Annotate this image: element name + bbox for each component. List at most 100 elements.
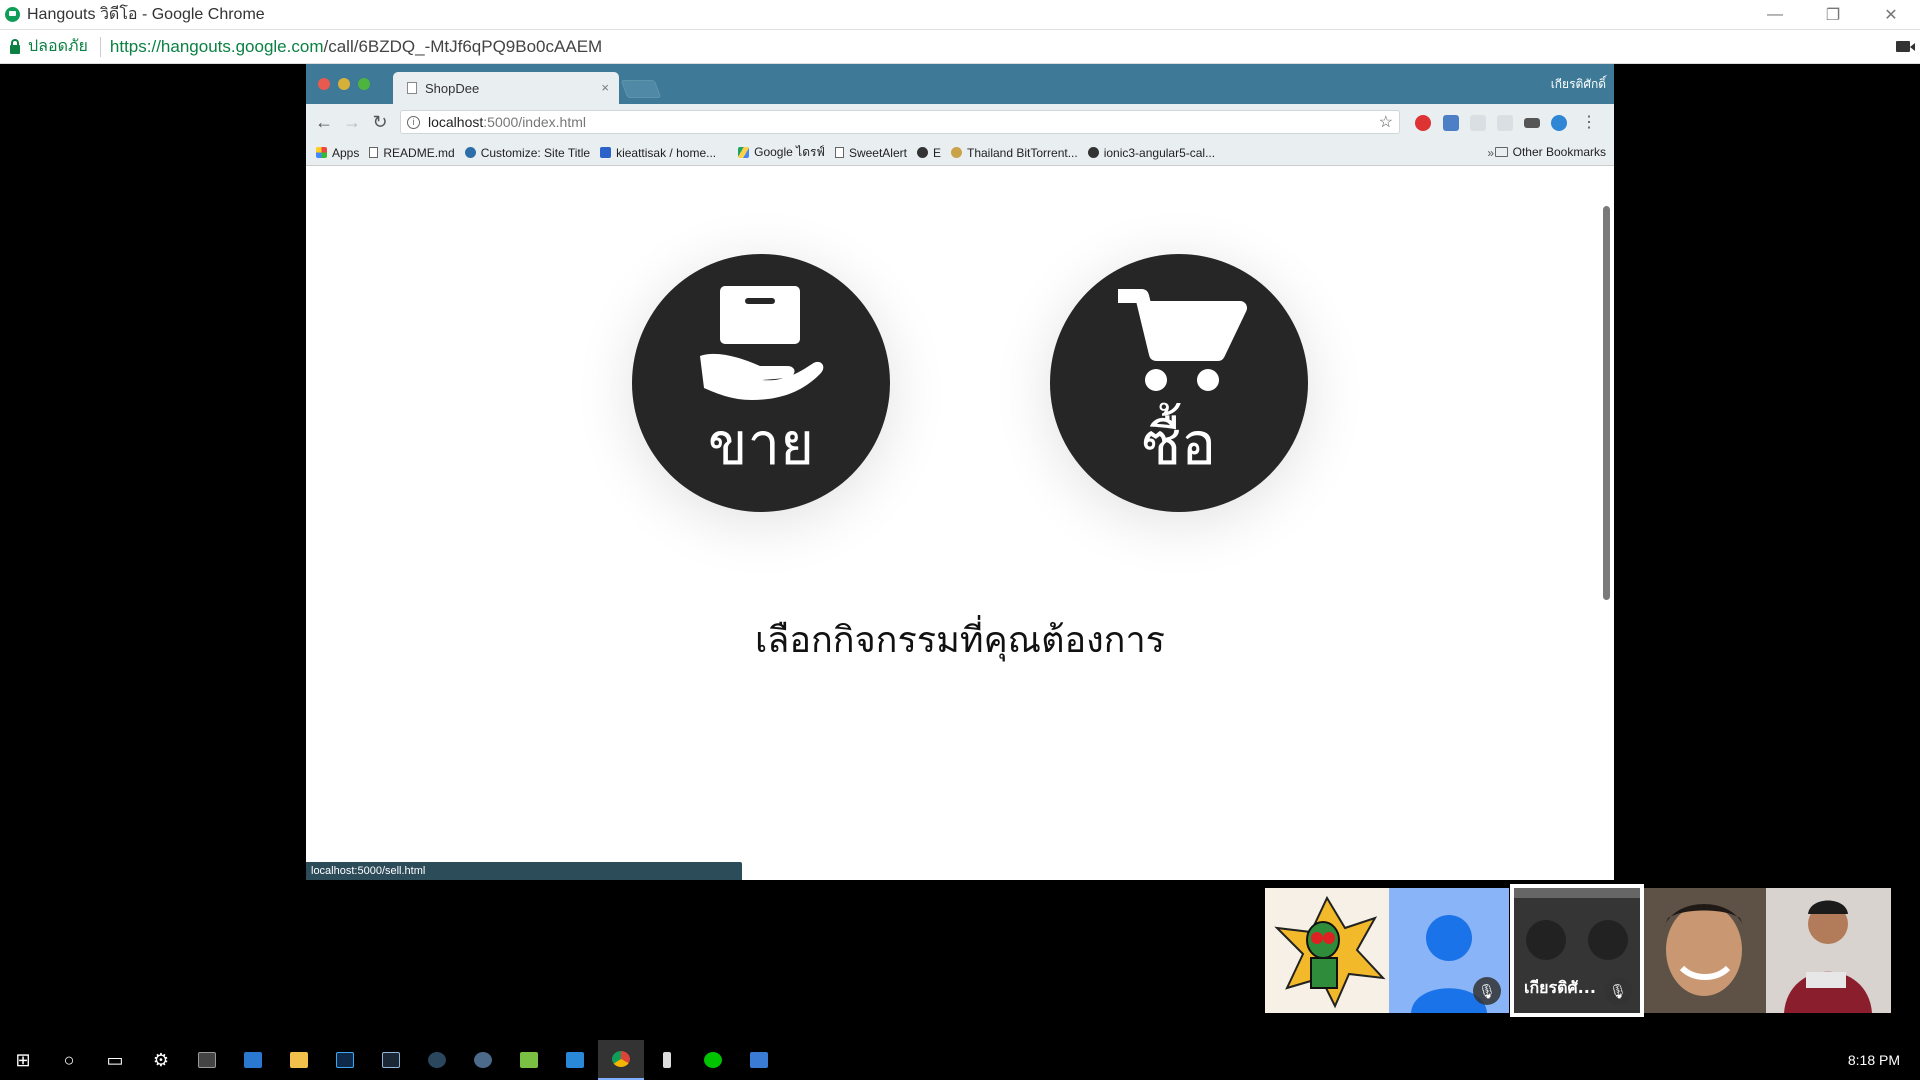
- participant-avatar-image: [1274, 895, 1386, 1009]
- participant-name: เกียรติศั...: [1524, 978, 1596, 997]
- omnibox-url: localhost:5000/index.html: [428, 114, 586, 130]
- other-bookmarks: Other Bookmarks: [1494, 145, 1606, 159]
- task-view-icon[interactable]: ▭: [92, 1040, 138, 1080]
- url-text[interactable]: https://hangouts.google.com/call/6BZDQ_-…: [110, 37, 602, 57]
- participant-tile-2[interactable]: 🎙: [1389, 888, 1509, 1013]
- cortana-icon[interactable]: ○: [46, 1040, 92, 1080]
- participant-camera-feed: [1664, 904, 1744, 996]
- steam-alt-icon[interactable]: [460, 1040, 506, 1080]
- doc-icon: [834, 147, 844, 158]
- extension-compass-icon: [1551, 115, 1567, 131]
- photoshop-icon[interactable]: [322, 1040, 368, 1080]
- other-bookmarks-label: Other Bookmarks: [1512, 145, 1606, 159]
- bookmark-kieattisak: kieattisak / home...: [600, 146, 716, 160]
- mac-minimize-icon: [338, 78, 350, 90]
- participant-tile-3-presenting[interactable]: เกียรติศั... 🎙: [1510, 884, 1644, 1017]
- line-icon[interactable]: [690, 1040, 736, 1080]
- bookmark-google-drive: Google ไดรฟ์: [738, 143, 825, 162]
- mac-zoom-icon: [358, 78, 370, 90]
- bookmark-label: E: [932, 145, 941, 160]
- buy-button: ซื้อ: [1050, 254, 1308, 512]
- extension-translate-icon: [1497, 115, 1513, 131]
- bookmark-label: Apps: [332, 145, 360, 160]
- sell-button: ขาย: [632, 254, 890, 512]
- bookmark-label: Customize: Site Title: [480, 145, 591, 160]
- shared-screen: ShopDee × เกียรติศักดิ์ ← → ↻ i localhos…: [306, 64, 1614, 880]
- status-url: localhost:5000/sell.html: [306, 862, 742, 880]
- bookmark-customize: Customize: Site Title: [464, 145, 591, 160]
- bookmark-label: kieattisak / home...: [616, 145, 717, 160]
- vscode-icon[interactable]: [552, 1040, 598, 1080]
- taskbar-clock: 8:18 PM: [1847, 1052, 1900, 1068]
- extension-opera-icon: [1415, 115, 1431, 131]
- steam-icon[interactable]: [414, 1040, 460, 1080]
- mic-off-icon: 🎙: [1604, 977, 1632, 1005]
- buy-label: ซื้อ: [1141, 410, 1217, 478]
- mac-close-icon: [318, 78, 330, 90]
- secure-label: ปลอดภัย: [28, 38, 88, 55]
- notepad-icon[interactable]: [506, 1040, 552, 1080]
- bookmark-readme: README.md: [369, 145, 455, 160]
- mac-toolbar: ← → ↻ i localhost:5000/index.html ☆ ⋮: [306, 104, 1614, 140]
- bookmark-apps: Apps: [316, 146, 359, 160]
- restore-button[interactable]: ❐: [1804, 0, 1862, 29]
- omnibox-host: localhost: [428, 114, 484, 130]
- back-icon: ←: [315, 111, 333, 132]
- minimize-button[interactable]: —: [1746, 0, 1804, 29]
- extension-mail-icon: [1470, 115, 1486, 131]
- mic-off-icon: 🎙: [1473, 977, 1501, 1005]
- settings-icon[interactable]: ⚙: [138, 1040, 184, 1080]
- chrome-icon[interactable]: [598, 1040, 644, 1080]
- bookmark-label: ionic3-angular5-cal...: [1103, 145, 1216, 160]
- doc-icon: [369, 147, 379, 158]
- bookmark-label: README.md: [383, 145, 455, 160]
- info-icon: i: [407, 115, 420, 129]
- camera-icon[interactable]: [1896, 41, 1915, 52]
- reload-icon: ↻: [372, 111, 388, 132]
- address-bar[interactable]: ปลอดภัย https://hangouts.google.com/call…: [0, 29, 1920, 64]
- windows-start-icon[interactable]: ⊞: [0, 1040, 46, 1080]
- forward-icon: →: [343, 111, 361, 132]
- bookmark-e: E: [916, 145, 941, 160]
- file-explorer-icon[interactable]: [276, 1040, 322, 1080]
- shopdee-page: ขาย ซื้อ เลือกกิจกรรมที่คุณต้องการ local…: [306, 166, 1614, 880]
- omnibox-path: :5000/index.html: [483, 114, 586, 130]
- bookmarks-bar: Apps README.md Customize: Site Title kie…: [306, 140, 1614, 166]
- drive-icon: [738, 147, 750, 158]
- apps-grid-icon: [316, 147, 327, 158]
- tab-close-icon: ×: [601, 80, 609, 95]
- terminal-icon[interactable]: [184, 1040, 230, 1080]
- github-icon: [916, 147, 928, 158]
- mail-icon[interactable]: [230, 1040, 276, 1080]
- participant-tile-5[interactable]: [1766, 888, 1891, 1013]
- participant-tile-4[interactable]: [1644, 888, 1766, 1013]
- bookmark-label: SweetAlert: [848, 145, 907, 160]
- app-window-icon[interactable]: [736, 1040, 782, 1080]
- bookmark-label: Google ไดรฟ์: [754, 145, 825, 159]
- close-window-button[interactable]: ✕: [1862, 0, 1920, 29]
- bookmark-thailand-bittorrent: Thailand BitTorrent...: [950, 145, 1078, 160]
- sell-label: ขาย: [707, 410, 815, 478]
- page-scrollbar: [1603, 206, 1610, 600]
- hangouts-icon: [5, 7, 20, 22]
- tab-shopdee: ShopDee ×: [393, 72, 619, 104]
- lightroom-icon[interactable]: [368, 1040, 414, 1080]
- lock-icon: [10, 38, 20, 54]
- mic-app-icon[interactable]: [644, 1040, 690, 1080]
- taskbar: ⊞ ○ ▭ ⚙ 8:18 PM: [0, 1040, 1920, 1080]
- tab-label: ShopDee: [425, 80, 480, 96]
- page-icon: [407, 82, 417, 94]
- new-tab-icon: [620, 80, 662, 98]
- bookmark-star-icon: ☆: [1378, 114, 1393, 131]
- url-host: https://hangouts.google.com: [109, 36, 324, 56]
- page-heading: เลือกกิจกรรมที่คุณต้องการ: [754, 620, 1165, 661]
- bookmark-label: Thailand BitTorrent...: [966, 145, 1078, 160]
- wordpress-icon: [464, 147, 476, 158]
- participant-camera-feed: [1784, 900, 1872, 1013]
- participant-tile-1[interactable]: [1265, 888, 1389, 1013]
- divider: [99, 36, 101, 57]
- window-title: Hangouts วิดีโอ - Google Chrome: [27, 6, 265, 23]
- github-icon: [1087, 147, 1099, 158]
- window-titlebar: Hangouts วิดีโอ - Google Chrome — ❐ ✕: [0, 0, 1920, 29]
- torrent-icon: [950, 147, 962, 158]
